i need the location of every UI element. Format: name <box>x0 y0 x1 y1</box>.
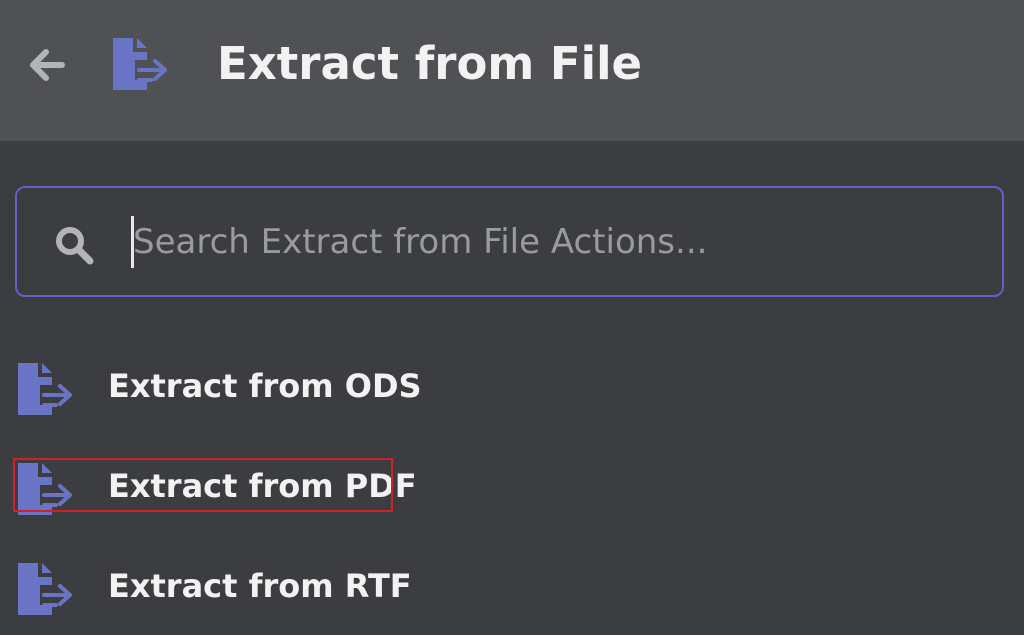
page-title: Extract from File <box>217 37 643 90</box>
file-export-icon <box>18 463 72 515</box>
list-item-extract-ods[interactable]: Extract from ODS <box>0 335 1024 435</box>
search-field[interactable] <box>15 186 1004 297</box>
list-item-extract-pdf[interactable]: Extract from PDF <box>0 435 1024 535</box>
list-item-label: Extract from RTF <box>108 567 412 605</box>
search-input[interactable] <box>133 210 973 274</box>
list-item-extract-rtf[interactable]: Extract from RTF <box>0 535 1024 635</box>
file-export-icon <box>18 563 72 615</box>
file-export-icon <box>113 38 167 90</box>
list-item-label: Extract from PDF <box>108 467 417 505</box>
back-button[interactable] <box>22 40 72 90</box>
list-item-label: Extract from ODS <box>108 367 422 405</box>
search-icon <box>56 227 94 265</box>
extract-from-file-panel: Extract from File Extract from ODS Extra… <box>0 0 1024 635</box>
file-export-icon <box>18 363 72 415</box>
arrow-left-icon <box>30 49 65 81</box>
panel-header: Extract from File <box>0 0 1024 141</box>
